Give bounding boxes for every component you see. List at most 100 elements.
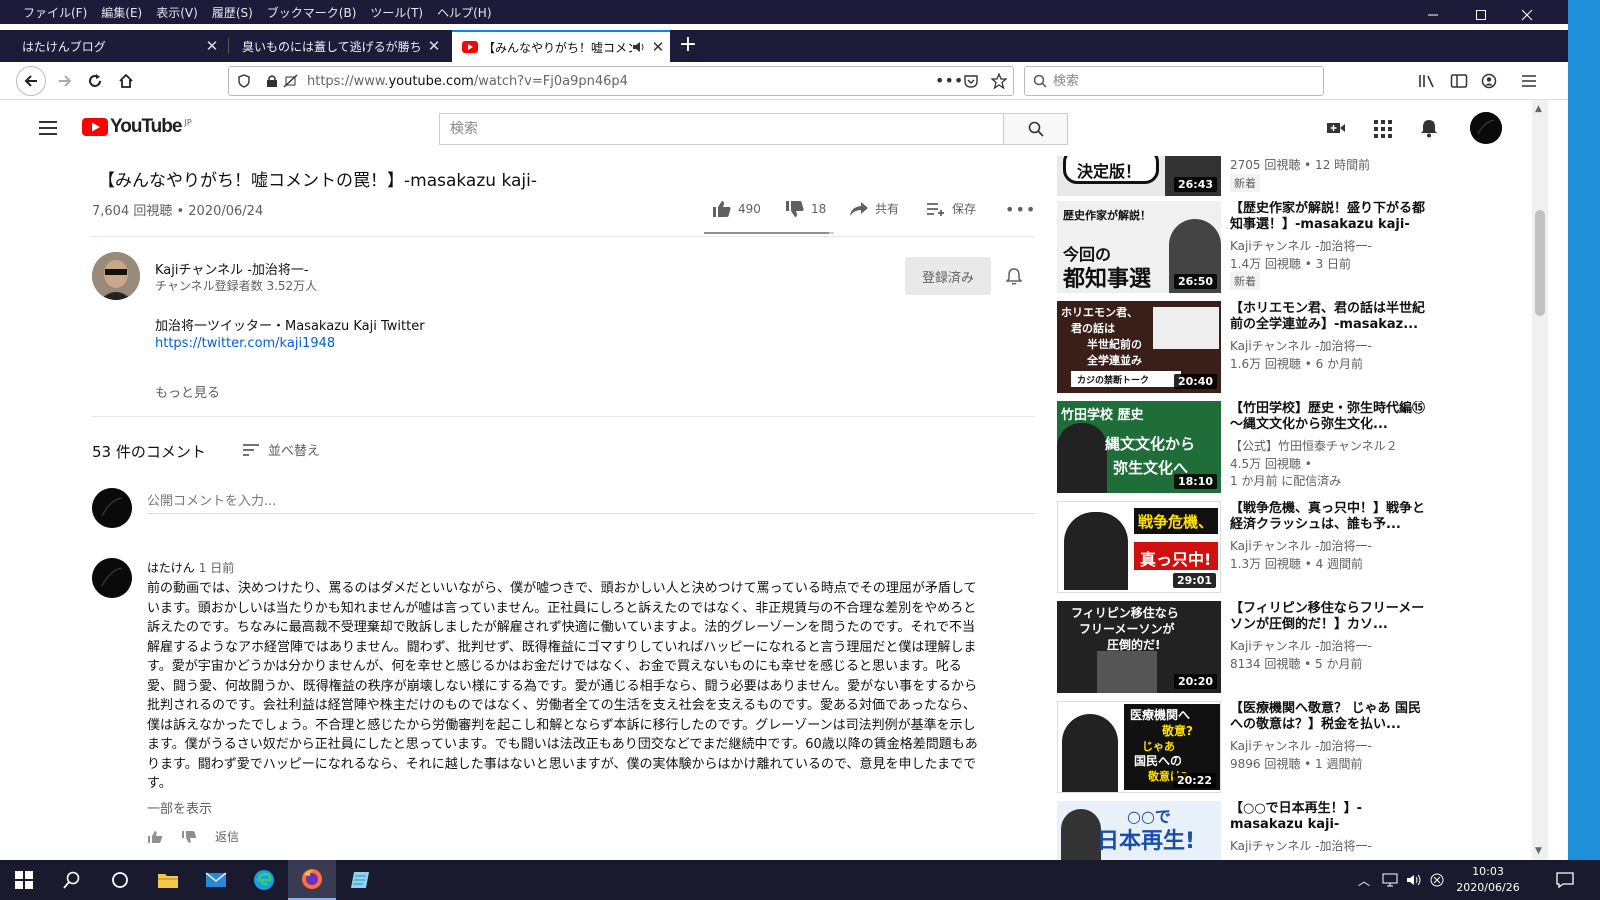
tab-close-icon[interactable]: ✕ [422,37,446,55]
tab-youtube[interactable]: 【みんなやりがち！嘘コメントの罠！】-masakazu kaji- - YouT… [452,30,670,62]
channel-name[interactable]: Kajiチャンネル -加治将一- [155,259,309,278]
comment-author-avatar[interactable] [92,558,132,598]
apps-grid-icon[interactable] [1374,120,1392,138]
comment-dislike-icon[interactable] [181,830,197,844]
related-video-3[interactable]: ホリエモン君、 君の話は 半世紀前の 全学連並み カジの禁断トーク 20:40 … [1057,301,1532,393]
menu-view[interactable]: 表示(V) [149,4,205,21]
notepad-button[interactable] [336,860,384,900]
comment-like-icon[interactable] [147,830,163,844]
menu-file[interactable]: ファイル(F) [16,4,94,21]
account-icon[interactable] [1481,73,1497,89]
related-video-title[interactable]: 【戦争危機、真っ只中！】戦争と経済クラッシュは、誰も予... [1230,501,1430,533]
related-video-channel[interactable]: Kajiチャンネル -加治将一- [1230,737,1372,754]
reply-button[interactable]: 返信 [215,828,239,845]
related-video-channel[interactable]: 【公式】竹田恒泰チャンネル２ [1230,437,1398,454]
menu-tools[interactable]: ツール(T) [363,4,430,21]
lock-icon[interactable] [265,74,279,88]
like-button[interactable]: 490 [712,200,761,218]
show-more-button[interactable]: もっと見る [155,382,220,401]
action-center-icon[interactable] [1556,872,1574,888]
related-video-6[interactable]: フィリピン移住なら フリーメーソンが 圧倒的だ! 20:20 【フィリピン移住な… [1057,601,1532,693]
comment-author[interactable]: はたけん 1 日前 [147,559,234,576]
video-thumbnail[interactable]: フィリピン移住なら フリーメーソンが 圧倒的だ! 20:20 [1057,601,1221,693]
firefox-button[interactable] [288,860,336,900]
scrollbar-thumb[interactable] [1535,210,1545,316]
taskbar-clock[interactable]: 10:03 2020/06/26 [1440,864,1536,896]
related-video-channel[interactable]: Kajiチャンネル -加治将一- [1230,637,1372,654]
menu-bookmarks[interactable]: ブックマーク(B) [260,4,364,21]
tab-close-icon[interactable]: ✕ [646,38,670,56]
sort-comments-button[interactable]: 並べ替え [242,440,320,459]
comment-time[interactable]: 1 日前 [199,561,234,575]
hamburger-menu-icon[interactable] [1521,74,1537,88]
pocket-icon[interactable] [963,74,979,88]
notification-bell-icon[interactable] [1006,267,1022,285]
tab-blog-post[interactable]: 臭いものには蓋して逃げるが勝ち: はたけんブログ ✕ [232,30,446,62]
tab-hatakenblog[interactable]: はたけんブログ ✕ [12,30,224,62]
related-video-channel[interactable]: Kajiチャンネル -加治将一- [1230,837,1372,854]
start-button[interactable] [0,860,48,900]
youtube-search-input[interactable] [450,119,990,139]
speaker-icon[interactable] [632,41,646,53]
related-video-5[interactable]: 戦争危機、 真っ只中! 29:01 【戦争危機、真っ只中！】戦争と経済クラッシュ… [1057,501,1532,593]
related-video-4[interactable]: 竹田学校 歴史 縄文文化から 弥生文化へ 18:10 【竹田学校】歴史・弥生時代… [1057,401,1532,493]
maximize-button[interactable] [1458,0,1504,30]
minimize-button[interactable] [1410,0,1456,30]
volume-icon[interactable] [1406,873,1424,887]
permissions-icon[interactable] [283,74,299,88]
network-icon[interactable] [1382,873,1400,887]
library-icon[interactable] [1418,73,1436,89]
close-window-button[interactable] [1504,0,1550,30]
more-actions-button[interactable]: ••• [1005,200,1036,219]
related-video-channel[interactable]: Kajiチャンネル -加治将一- [1230,237,1372,254]
youtube-logo[interactable]: YouTube JP [82,116,192,138]
menu-edit[interactable]: 編集(E) [94,4,149,21]
sidebar-icon[interactable] [1450,73,1468,89]
home-button[interactable] [111,66,141,96]
video-thumbnail[interactable]: ホリエモン君、 君の話は 半世紀前の 全学連並み カジの禁断トーク 20:40 [1057,301,1221,393]
browser-search-box[interactable] [1024,66,1324,96]
page-actions-icon[interactable]: ••• [935,71,963,90]
mail-button[interactable] [192,860,240,900]
related-video-8[interactable]: ○○で 日本再生! 【○○で日本再生！】-masakazu kaji- Kaji… [1057,801,1532,860]
shield-icon[interactable] [237,74,251,88]
reload-button[interactable] [80,66,110,96]
scroll-up-icon[interactable]: ▲ [1535,104,1542,114]
related-video-2[interactable]: 歴史作家が解説！ 今回の 都知事選 26:50 【歴史作家が解説！盛り下がる都知… [1057,201,1532,293]
tab-close-icon[interactable]: ✕ [200,37,224,55]
create-video-icon[interactable] [1326,120,1346,136]
comment-author-name[interactable]: はたけん [147,561,195,575]
related-video-title[interactable]: 【竹田学校】歴史・弥生時代編⑮～縄文文化から弥生文化... [1230,401,1430,433]
back-button[interactable] [16,66,46,96]
dislike-button[interactable]: 18 [785,200,826,218]
video-thumbnail[interactable]: 歴史作家が解説！ 今回の 都知事選 26:50 [1057,201,1221,293]
related-video-title[interactable]: 【○○で日本再生！】-masakazu kaji- [1230,801,1430,833]
channel-avatar[interactable] [92,252,140,300]
video-thumbnail[interactable]: 戦争危機、 真っ只中! 29:01 [1057,501,1221,593]
cortana-button[interactable] [96,860,144,900]
user-avatar[interactable] [1470,112,1502,144]
star-icon[interactable] [991,73,1007,89]
comment-input[interactable] [147,490,1035,514]
save-button[interactable]: 保存 [926,200,976,217]
show-hidden-icons[interactable]: ︿ [1358,872,1370,889]
menu-history[interactable]: 履歴(S) [205,4,260,21]
menu-help[interactable]: ヘルプ(H) [430,4,498,21]
show-less-button[interactable]: 一部を表示 [147,798,212,817]
related-video-title[interactable]: 【歴史作家が解説！盛り下がる都知事選！】-masakazu kaji- [1230,201,1430,233]
related-video-channel[interactable]: Kajiチャンネル -加治将一- [1230,337,1372,354]
related-video-title[interactable]: 【フィリピン移住ならフリーメーソンが圧倒的だ！】カソ... [1230,601,1430,633]
related-video-7[interactable]: 医療機関へ 敬意? じゃあ 国民への 敬意は? 20:22 【医療機関へ敬意？ … [1057,701,1532,793]
youtube-search-box[interactable] [439,113,1004,145]
bell-icon[interactable] [1420,118,1438,138]
youtube-search-button[interactable] [1004,113,1068,145]
forward-button[interactable] [50,66,80,96]
subscribed-button[interactable]: 登録済み [905,257,991,295]
video-thumbnail[interactable]: ○○で 日本再生! [1057,801,1221,860]
description-link[interactable]: https://twitter.com/kaji1948 [155,336,335,351]
browser-search-input[interactable] [1053,71,1313,91]
taskbar-search-button[interactable] [48,860,96,900]
related-video-channel[interactable]: Kajiチャンネル -加治将一- [1230,537,1372,554]
url-bar[interactable]: https://www.youtube.com/watch?v=Fj0a9pn4… [228,66,1014,96]
related-video-title[interactable]: 【医療機関へ敬意？ じゃあ 国民への敬意は？】税金を払い... [1230,701,1430,733]
